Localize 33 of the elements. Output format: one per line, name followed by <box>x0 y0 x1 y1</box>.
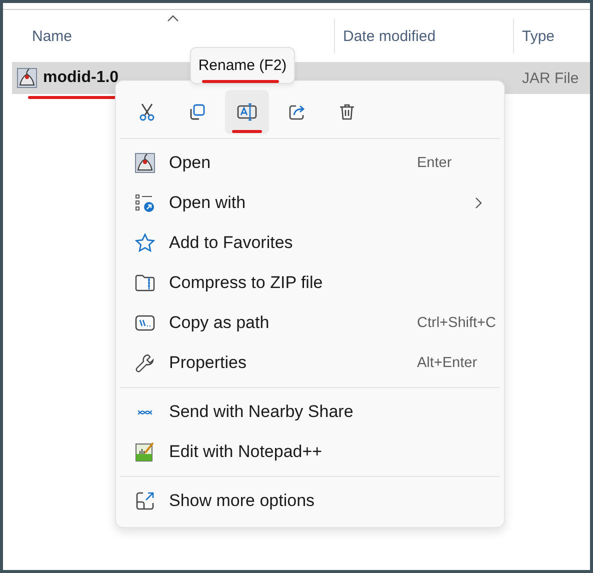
column-header[interactable]: Type <box>513 19 590 53</box>
menu-item[interactable]: Open with <box>120 183 500 223</box>
scissors-icon <box>137 102 157 122</box>
expand-icon <box>135 491 155 511</box>
shortcut-text: Enter <box>417 155 453 171</box>
rename-icon <box>236 102 258 122</box>
sort-caret-icon <box>167 15 179 22</box>
column-header[interactable]: Date modified <box>334 19 513 53</box>
toolbar-button[interactable] <box>225 90 269 134</box>
trash-icon <box>337 102 357 122</box>
menu-item[interactable]: Copy as path Ctrl+Shift+C <box>120 303 500 343</box>
java-file-icon <box>17 68 37 88</box>
shortcut-text: Alt+Enter <box>417 355 478 371</box>
notepad-icon <box>135 442 155 462</box>
zip-folder-icon <box>135 273 155 293</box>
chevron-right-icon <box>475 197 482 209</box>
menu-item[interactable]: Open Enter <box>120 143 500 183</box>
type-cell-text: JAR File <box>521 70 580 86</box>
menu-item[interactable]: Add to Favorites <box>120 223 500 263</box>
apps-list-icon <box>135 193 155 213</box>
menu-item[interactable]: Show more options <box>120 481 500 521</box>
nearby-share-icon <box>137 408 153 416</box>
menu-item[interactable]: Compress to ZIP file <box>120 263 500 303</box>
star-icon <box>135 233 155 253</box>
menu-item[interactable]: Properties Alt+Enter <box>120 343 500 383</box>
tooltip: Rename (F2) <box>190 47 295 84</box>
menu-item[interactable]: Edit with Notepad++ <box>120 432 500 472</box>
java-file-icon <box>135 153 155 173</box>
file-name: modid-1.0 <box>43 69 119 87</box>
wrench-icon <box>135 353 155 373</box>
path-icon <box>135 313 155 333</box>
menu-item[interactable]: Send with Nearby Share <box>120 392 500 432</box>
shortcut-text: Ctrl+Shift+C <box>417 315 497 331</box>
